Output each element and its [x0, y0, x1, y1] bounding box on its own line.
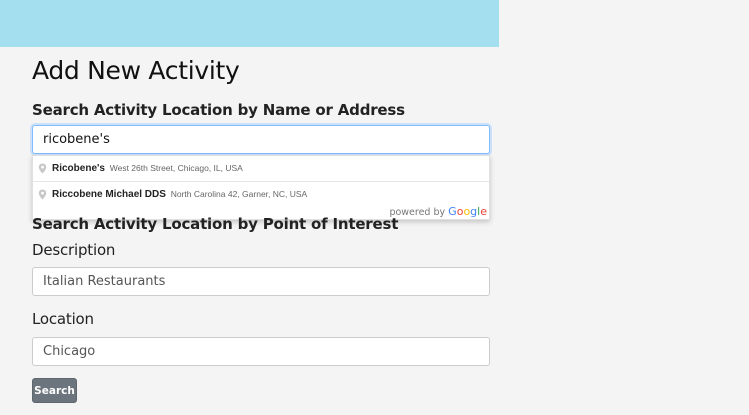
suggestion-address: North Carolina 42, Garner, NC, USA	[170, 189, 308, 199]
autocomplete-suggestion[interactable]: Ricobene's West 26th Street, Chicago, IL…	[33, 156, 489, 181]
header-bar	[0, 0, 499, 47]
powered-by-google: powered by Google	[389, 205, 487, 218]
page-title: Add New Activity	[32, 56, 240, 85]
google-letter: G	[448, 205, 457, 218]
location-search-input[interactable]	[32, 125, 490, 154]
map-pin-icon	[38, 189, 47, 200]
location-input[interactable]	[32, 337, 490, 366]
search-by-poi-label: Search Activity Location by Point of Int…	[32, 215, 399, 233]
suggestion-name: Riccobene Michael DDS	[52, 189, 166, 200]
google-letter: e	[480, 205, 487, 218]
search-by-name-label: Search Activity Location by Name or Addr…	[32, 101, 405, 119]
autocomplete-suggestion[interactable]: Riccobene Michael DDS North Carolina 42,…	[33, 181, 489, 206]
description-label: Description	[32, 241, 116, 259]
suggestion-address: West 26th Street, Chicago, IL, USA	[109, 163, 243, 173]
description-input[interactable]	[32, 267, 490, 296]
google-logo: Google	[448, 205, 487, 218]
location-label: Location	[32, 310, 94, 328]
map-pin-icon	[38, 163, 47, 174]
suggestion-name: Ricobene's	[52, 163, 105, 174]
search-button[interactable]: Search	[32, 378, 77, 403]
autocomplete-dropdown: Ricobene's West 26th Street, Chicago, IL…	[32, 155, 490, 220]
